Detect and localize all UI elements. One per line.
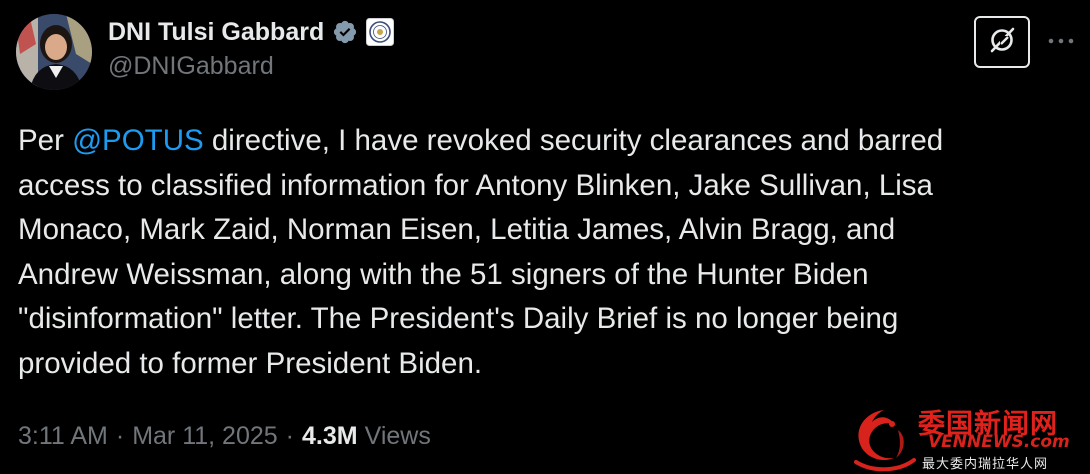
watermark-subtitle: 最大委内瑞拉华人网	[922, 457, 1049, 472]
watermark-site: VENNEWS.com	[928, 432, 1070, 452]
post-time[interactable]: 3:11 AM	[18, 422, 108, 451]
verified-badge-icon[interactable]	[332, 19, 358, 45]
grok-icon	[987, 25, 1017, 60]
author-handle[interactable]: @DNIGabbard	[108, 52, 274, 81]
author-name-row: DNI Tulsi Gabbard	[108, 14, 395, 50]
watermark-logo-icon	[854, 410, 916, 472]
author-display-name[interactable]: DNI Tulsi Gabbard	[108, 18, 324, 47]
meta-separator: ·	[285, 422, 294, 450]
post-text: Per @POTUS directive, I have revoked sec…	[18, 119, 1058, 387]
author-avatar[interactable]	[16, 14, 92, 90]
post-date[interactable]: Mar 11, 2025	[132, 422, 277, 451]
tweet-card: DNI Tulsi Gabbard @DNIGabbard Per @POTUS…	[0, 0, 1090, 474]
mention-link[interactable]: @POTUS	[72, 124, 204, 157]
grok-button[interactable]	[974, 16, 1030, 68]
post-meta-row: 3:11 AM · Mar 11, 2025 · 4.3M Views	[18, 422, 431, 451]
watermark: 委国新闻网 VENNEWS.com 最大委内瑞拉华人网	[848, 402, 1088, 472]
views-count[interactable]: 4.3M	[302, 422, 358, 451]
post-text-body: directive, I have revoked security clear…	[18, 124, 944, 380]
meta-separator: ·	[115, 422, 125, 450]
more-options-button[interactable]	[1044, 26, 1078, 56]
more-icon	[1047, 32, 1075, 50]
post-text-prefix: Per	[18, 124, 73, 157]
dni-seal-icon[interactable]	[366, 18, 395, 46]
views-label[interactable]: Views	[365, 422, 431, 451]
